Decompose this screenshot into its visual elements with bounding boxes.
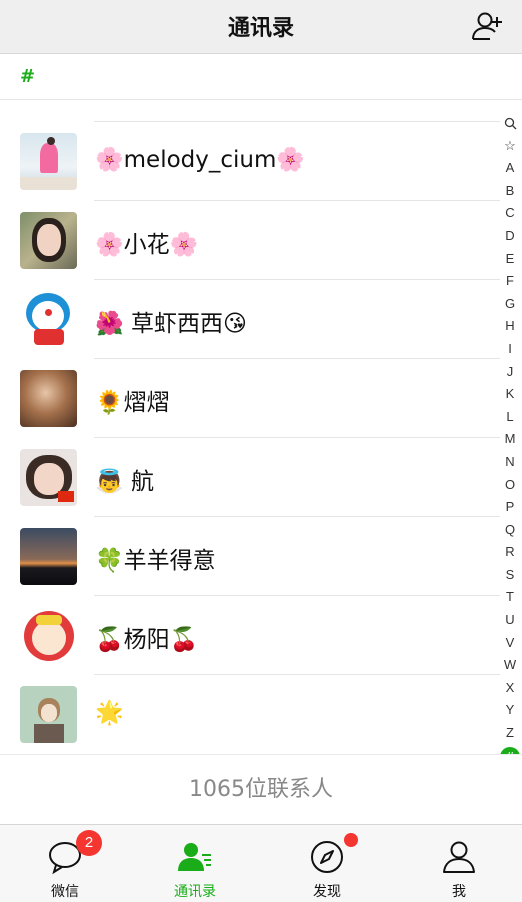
contact-list[interactable]: 🌸melody_cium🌸 🌸小花🌸 🌺 草虾西西😘 🌻熠熠 👼 航 🍀羊羊得意…	[0, 100, 522, 754]
tab-label: 发现	[313, 884, 341, 900]
section-header: #	[0, 54, 522, 100]
index-letter[interactable]: T	[500, 586, 520, 609]
index-letter[interactable]: K	[500, 383, 520, 406]
index-letter[interactable]: W	[500, 654, 520, 677]
top-nav-bar: 通讯录	[0, 0, 522, 54]
index-star-icon[interactable]: ☆	[500, 135, 520, 158]
index-letter[interactable]: X	[500, 677, 520, 700]
index-letter[interactable]: S	[500, 564, 520, 587]
tab-me[interactable]: 我	[394, 825, 522, 902]
list-item[interactable]: 🌸melody_cium🌸	[0, 122, 500, 201]
list-item[interactable]: 🍀羊羊得意	[0, 517, 500, 596]
contact-name: 🌟	[95, 700, 124, 726]
tab-label: 微信	[51, 884, 79, 900]
notification-dot	[344, 833, 358, 847]
compass-icon	[311, 841, 343, 873]
index-letter[interactable]: I	[500, 338, 520, 361]
index-letter[interactable]: Y	[500, 699, 520, 722]
page-title: 通讯录	[227, 16, 294, 41]
tab-label: 通讯录	[174, 884, 216, 900]
list-item[interactable]: 🌻熠熠	[0, 359, 500, 438]
avatar	[20, 449, 77, 506]
index-letter[interactable]: R	[500, 541, 520, 564]
contact-name: 👼 航	[95, 469, 154, 495]
contact-name: 🌸小花🌸	[95, 232, 199, 258]
index-letter[interactable]: F	[500, 270, 520, 293]
avatar	[20, 528, 77, 585]
list-item[interactable]	[0, 100, 500, 122]
person-icon	[443, 841, 475, 873]
index-letter[interactable]: A	[500, 157, 520, 180]
add-friend-icon[interactable]	[470, 8, 506, 44]
index-letter[interactable]: Q	[500, 519, 520, 542]
contacts-icon	[178, 843, 211, 871]
list-item[interactable]: 🌟	[0, 675, 500, 754]
list-item[interactable]: 👼 航	[0, 438, 500, 517]
index-letter[interactable]: G	[500, 293, 520, 316]
tab-label: 我	[452, 884, 466, 900]
bottom-tab-bar: 2 微信 通讯录 发现 我	[0, 824, 522, 902]
list-item[interactable]: 🍒杨阳🍒	[0, 596, 500, 675]
index-letter[interactable]: B	[500, 180, 520, 203]
index-letter[interactable]: E	[500, 248, 520, 271]
index-letter[interactable]: L	[500, 406, 520, 429]
tab-contacts[interactable]: 通讯录	[130, 825, 260, 902]
contact-name: 🌸melody_cium🌸	[95, 147, 306, 173]
list-item[interactable]: 🌺 草虾西西😘	[0, 280, 500, 359]
index-letter[interactable]: H	[500, 315, 520, 338]
index-letter[interactable]: C	[500, 202, 520, 225]
index-letter[interactable]: M	[500, 428, 520, 451]
section-letter: #	[20, 66, 36, 87]
index-letter[interactable]: N	[500, 451, 520, 474]
index-letter[interactable]: D	[500, 225, 520, 248]
tab-chats[interactable]: 2 微信	[0, 825, 130, 902]
index-letter[interactable]: O	[500, 474, 520, 497]
index-search-icon[interactable]	[500, 112, 520, 135]
contact-name: 🍒杨阳🍒	[95, 627, 199, 653]
index-letter[interactable]: U	[500, 609, 520, 632]
contact-count: 1065位联系人	[0, 754, 522, 824]
index-letter[interactable]: V	[500, 632, 520, 655]
index-letter[interactable]: J	[500, 361, 520, 384]
list-item[interactable]: 🌸小花🌸	[0, 201, 500, 280]
contact-name: 🌺 草虾西西😘	[95, 311, 247, 337]
avatar	[20, 133, 77, 190]
avatar	[20, 291, 77, 348]
avatar	[20, 370, 77, 427]
index-letter[interactable]: Z	[500, 722, 520, 745]
index-letter[interactable]: P	[500, 496, 520, 519]
alphabet-index-bar[interactable]: ☆ABCDEFGHIJKLMNOPQRSTUVWXYZ#	[500, 112, 520, 767]
contact-name: 🌻熠熠	[95, 390, 170, 416]
unread-badge: 2	[76, 830, 102, 856]
avatar	[20, 607, 77, 664]
avatar	[20, 686, 77, 743]
contact-name: 🍀羊羊得意	[95, 548, 216, 574]
tab-discover[interactable]: 发现	[262, 825, 392, 902]
avatar	[20, 212, 77, 269]
